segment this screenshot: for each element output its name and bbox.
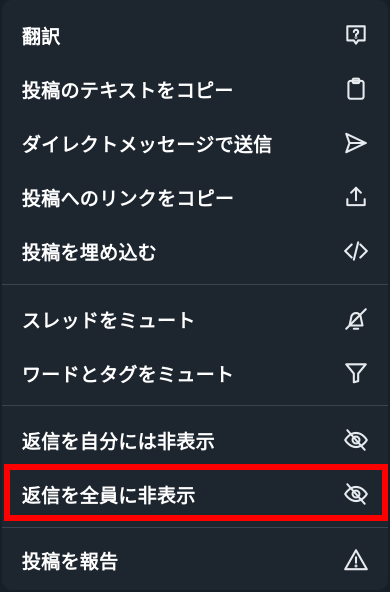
eye-slash-icon [342, 480, 370, 508]
menu-item-copy-link[interactable]: 投稿へのリンクをコピー [2, 170, 388, 224]
warning-icon [342, 546, 370, 574]
post-options-menu: 翻訳 投稿のテキストをコピー ダイレクトメッセージで送信 投稿へのリンクをコピー… [2, 0, 388, 590]
menu-item-label: 投稿のテキストをコピー [22, 79, 234, 102]
menu-item-mute-thread[interactable]: スレッドをミュート [2, 292, 388, 346]
menu-item-label: ワードとタグをミュート [22, 363, 235, 386]
mute-icon [342, 305, 370, 333]
menu-item-label: 投稿を埋め込む [22, 241, 158, 264]
menu-item-mute-words[interactable]: ワードとタグをミュート [2, 346, 388, 400]
menu-item-label: 返信を全員に非表示 [22, 484, 196, 507]
menu-divider [2, 284, 388, 285]
clipboard-icon [342, 75, 370, 103]
share-icon [342, 183, 370, 211]
menu-item-label: 投稿を報告 [22, 550, 119, 573]
menu-divider [2, 405, 388, 406]
menu-item-embed[interactable]: 投稿を埋め込む [2, 224, 388, 278]
menu-item-copy-text[interactable]: 投稿のテキストをコピー [2, 62, 388, 116]
menu-item-label: 返信を自分には非表示 [22, 430, 216, 453]
code-icon [342, 237, 370, 265]
menu-item-label: ダイレクトメッセージで送信 [22, 133, 273, 156]
menu-item-send-dm[interactable]: ダイレクトメッセージで送信 [2, 116, 388, 170]
send-icon [342, 129, 370, 157]
menu-divider [2, 527, 388, 528]
menu-item-label: スレッドをミュート [22, 309, 196, 332]
translate-icon [342, 21, 370, 49]
menu-item-translate[interactable]: 翻訳 [2, 8, 388, 62]
eye-slash-icon [342, 426, 370, 454]
menu-item-hide-reply-everyone[interactable]: 返信を全員に非表示 [2, 467, 388, 521]
menu-item-report[interactable]: 投稿を報告 [2, 533, 388, 587]
menu-item-label: 投稿へのリンクをコピー [22, 187, 235, 210]
menu-item-label: 翻訳 [22, 25, 61, 48]
filter-icon [342, 359, 370, 387]
menu-item-hide-reply-self[interactable]: 返信を自分には非表示 [2, 413, 388, 467]
